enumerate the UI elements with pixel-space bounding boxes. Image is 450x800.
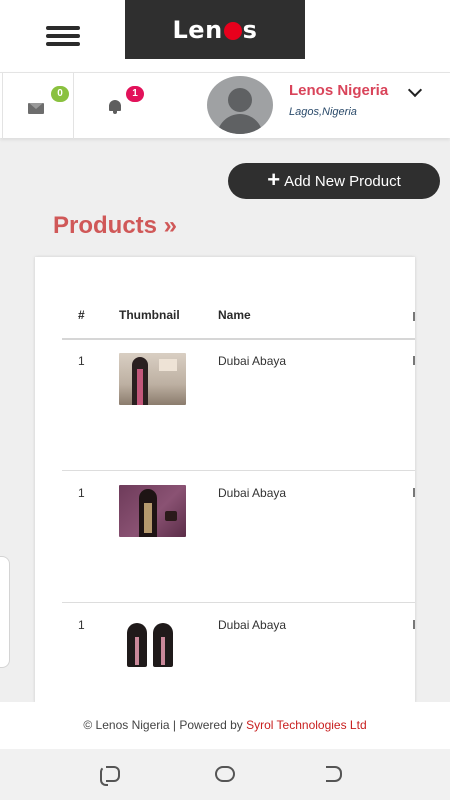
system-nav-bar — [0, 749, 450, 800]
add-new-product-label: Add New Product — [284, 172, 401, 190]
product-name[interactable]: Dubai Abaya — [218, 354, 286, 368]
notifications-button[interactable]: 1 — [74, 73, 154, 139]
recent-apps-icon[interactable] — [100, 766, 120, 786]
column-header-index: # — [78, 308, 85, 322]
top-bar: Len s — [0, 0, 450, 72]
truncated-column — [413, 620, 415, 629]
footer-link[interactable]: Syrol Technologies Ltd — [246, 718, 367, 732]
notifications-count-badge: 1 — [126, 86, 144, 102]
logo-text: Len s — [172, 15, 258, 44]
row-index: 1 — [78, 486, 85, 500]
hamburger-menu-icon[interactable] — [40, 18, 86, 58]
product-thumbnail[interactable] — [119, 353, 186, 405]
row-index: 1 — [78, 618, 85, 632]
header-divider — [62, 338, 415, 340]
footer-text: © Lenos Nigeria | Powered by — [83, 718, 247, 732]
side-drawer-handle[interactable] — [0, 556, 10, 668]
row-divider — [62, 602, 415, 603]
bell-icon — [108, 100, 122, 114]
messages-button[interactable]: 0 — [2, 73, 74, 139]
column-header-thumbnail[interactable]: Thumbnail — [119, 308, 180, 322]
row-divider — [62, 470, 415, 471]
product-name[interactable]: Dubai Abaya — [218, 618, 286, 632]
products-table-card: # Thumbnail Name 1 Dubai Abaya 1 Dubai A… — [35, 257, 415, 703]
truncated-column — [413, 488, 415, 497]
footer: © Lenos Nigeria | Powered by Syrol Techn… — [0, 702, 450, 749]
truncated-column — [413, 312, 415, 321]
brand-logo[interactable]: Len s — [125, 0, 305, 59]
row-index: 1 — [78, 354, 85, 368]
avatar[interactable] — [207, 76, 273, 134]
user-location: Lagos,Nigeria — [289, 106, 357, 118]
column-header-name[interactable]: Name — [218, 308, 251, 322]
user-bar: 0 1 Lenos Nigeria Lagos,Nigeria — [0, 72, 450, 139]
home-icon[interactable] — [215, 766, 235, 782]
messages-count-badge: 0 — [51, 86, 69, 102]
chevron-down-icon[interactable] — [408, 87, 422, 97]
back-icon[interactable] — [326, 766, 342, 782]
product-thumbnail[interactable] — [119, 617, 186, 669]
plus-icon: + — [267, 166, 281, 192]
page-title: Products » — [53, 212, 178, 239]
product-thumbnail[interactable] — [119, 485, 186, 537]
product-name[interactable]: Dubai Abaya — [218, 486, 286, 500]
envelope-icon — [28, 103, 44, 114]
user-name[interactable]: Lenos Nigeria — [289, 82, 388, 99]
truncated-column — [413, 356, 415, 365]
add-new-product-button[interactable]: + Add New Product — [228, 163, 440, 199]
logo-dot-icon — [223, 21, 242, 40]
